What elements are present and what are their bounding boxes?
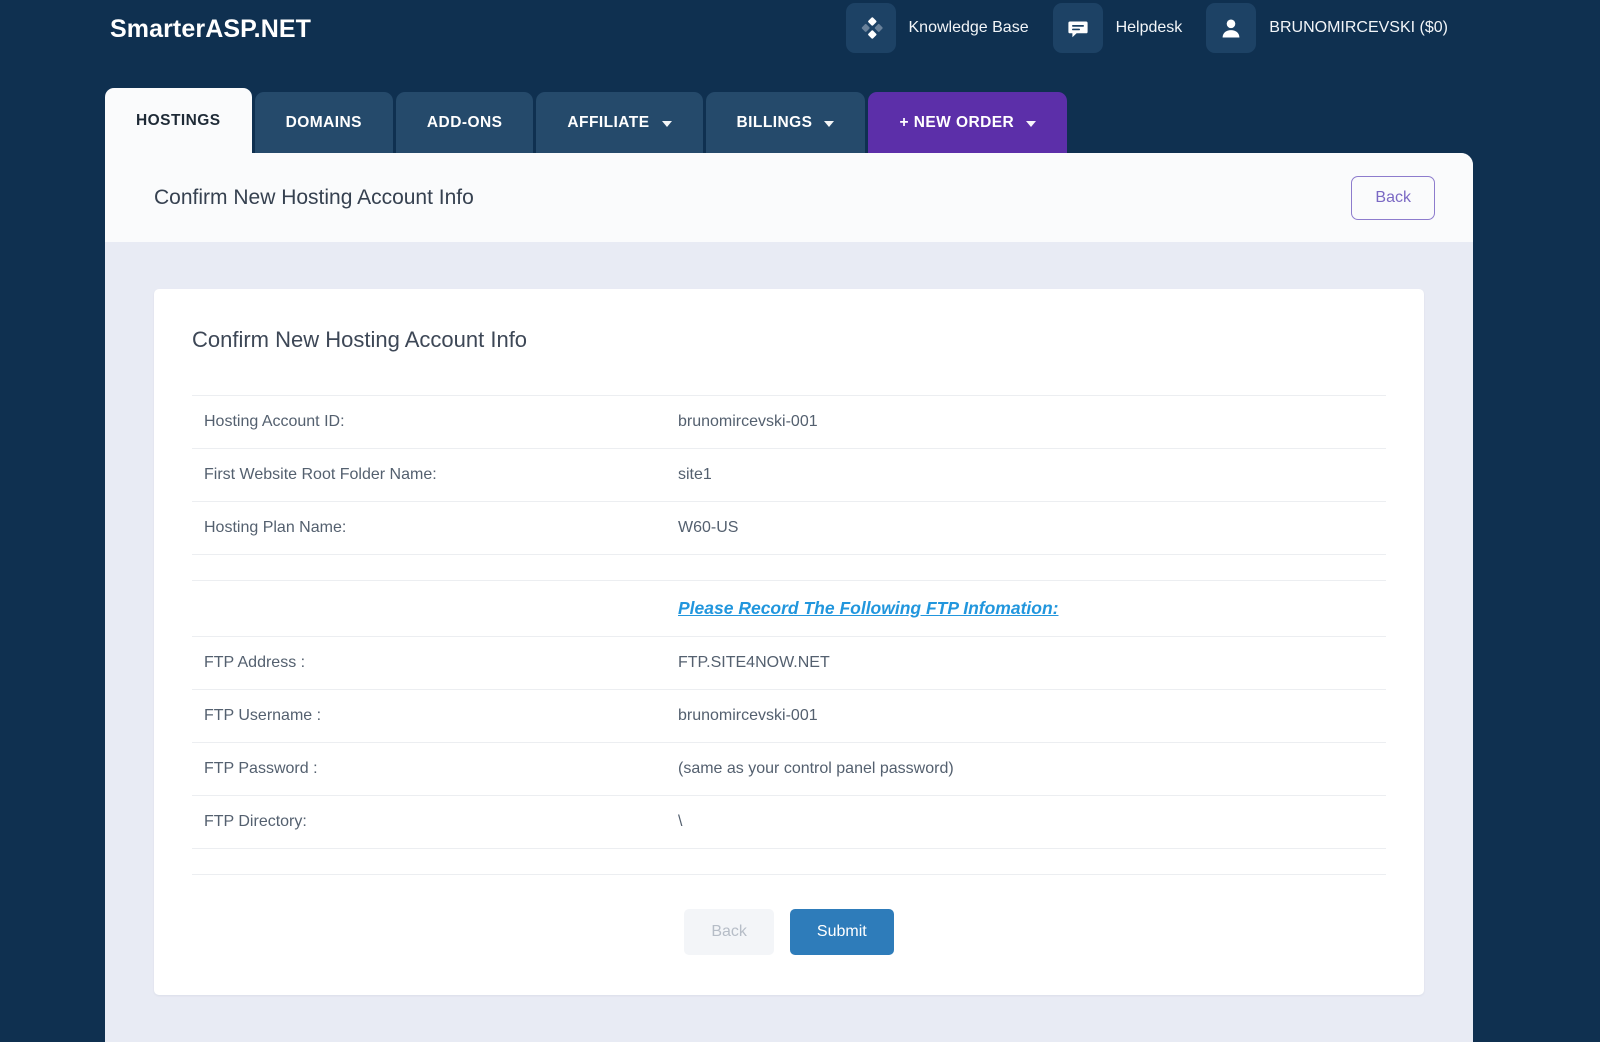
row-value: FTP.SITE4NOW.NET [666,637,1386,690]
main-nav-tabs: HOSTINGS DOMAINS ADD-ONS AFFILIATE BILLI… [0,88,1600,153]
table-row: FTP Username : brunomircevski-001 [192,690,1386,743]
chat-bubble-icon [1053,3,1103,53]
card-title: Confirm New Hosting Account Info [192,327,1386,395]
row-value: \ [666,796,1386,849]
ftp-note-row: Please Record The Following FTP Infomati… [192,581,1386,637]
page-title: Confirm New Hosting Account Info [154,186,474,210]
tab-domains[interactable]: DOMAINS [255,92,393,153]
row-value: (same as your control panel password) [666,743,1386,796]
knowledge-base-button[interactable]: Knowledge Base [846,3,1029,53]
tab-affiliate-label: AFFILIATE [567,114,649,132]
table-row: FTP Address : FTP.SITE4NOW.NET [192,637,1386,690]
card-actions: Back Submit [192,875,1386,965]
user-account-label: BRUNOMIRCEVSKI ($0) [1269,19,1448,37]
tab-billings-label: BILLINGS [737,114,813,132]
table-spacer-row [192,849,1386,875]
tab-add-ons[interactable]: ADD-ONS [396,92,533,153]
row-value: brunomircevski-001 [666,690,1386,743]
user-icon [1206,3,1256,53]
tab-domains-label: DOMAINS [286,114,362,132]
row-label: Hosting Plan Name: [192,502,666,555]
tab-hostings[interactable]: HOSTINGS [105,88,252,154]
tab-billings[interactable]: BILLINGS [706,92,866,153]
knowledge-base-label: Knowledge Base [909,19,1029,37]
table-row: FTP Directory: \ [192,796,1386,849]
row-label: FTP Password : [192,743,666,796]
table-row: Hosting Account ID: brunomircevski-001 [192,396,1386,449]
tab-new-order[interactable]: + NEW ORDER [868,92,1067,153]
table-row: FTP Password : (same as your control pan… [192,743,1386,796]
row-label: FTP Address : [192,637,666,690]
row-value: site1 [666,449,1386,502]
header-actions: Knowledge Base Helpdesk BRUNOMIRCEVSKI (… [822,3,1449,53]
helpdesk-label: Helpdesk [1116,19,1183,37]
content-panel: Confirm New Hosting Account Info Back Co… [105,153,1473,1042]
brand-logo[interactable]: SmarterASP.NET [110,15,311,44]
tab-new-order-label: + NEW ORDER [899,114,1014,132]
row-label: FTP Username : [192,690,666,743]
chevron-down-icon [662,121,672,127]
row-label: First Website Root Folder Name: [192,449,666,502]
chevron-down-icon [824,121,834,127]
table-spacer-row [192,555,1386,581]
tab-affiliate[interactable]: AFFILIATE [536,92,702,153]
top-header: SmarterASP.NET Knowledge Base [0,0,1600,88]
chevron-down-icon [1026,121,1036,127]
confirm-info-card: Confirm New Hosting Account Info Hosting… [154,289,1424,995]
row-label: FTP Directory: [192,796,666,849]
hosting-info-table: Hosting Account ID: brunomircevski-001 F… [192,395,1386,875]
row-value: brunomircevski-001 [666,396,1386,449]
user-account-button[interactable]: BRUNOMIRCEVSKI ($0) [1206,3,1448,53]
ftp-info-link[interactable]: Please Record The Following FTP Infomati… [678,598,1059,618]
row-value: W60-US [666,502,1386,555]
helpdesk-button[interactable]: Helpdesk [1053,3,1183,53]
tab-add-ons-label: ADD-ONS [427,114,502,132]
table-row: First Website Root Folder Name: site1 [192,449,1386,502]
ftp-note-empty-cell [192,581,666,637]
card-back-button[interactable]: Back [684,909,774,955]
panel-header: Confirm New Hosting Account Info Back [105,153,1473,242]
tab-hostings-label: HOSTINGS [136,112,221,130]
row-label: Hosting Account ID: [192,396,666,449]
knowledge-base-icon [846,3,896,53]
panel-back-button[interactable]: Back [1351,176,1435,220]
table-row: Hosting Plan Name: W60-US [192,502,1386,555]
submit-button[interactable]: Submit [790,909,894,955]
